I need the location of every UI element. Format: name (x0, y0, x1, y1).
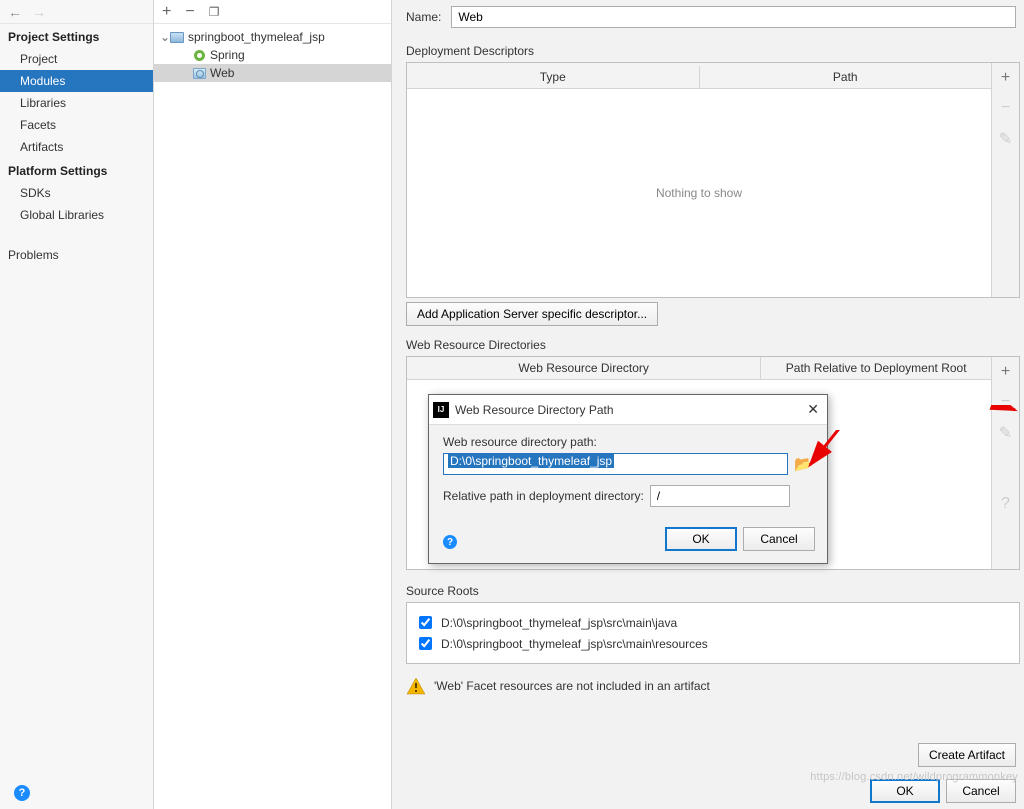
help-icon[interactable]: ? (443, 535, 457, 549)
source-roots-label: Source Roots (406, 584, 1020, 598)
create-artifact-button[interactable]: Create Artifact (918, 743, 1016, 767)
dialog-relative-label: Relative path in deployment directory: (443, 489, 644, 503)
sidebar-item-artifacts[interactable]: Artifacts (0, 136, 153, 158)
tree-child-label: Web (210, 66, 234, 80)
help-icon[interactable]: ? (14, 785, 30, 801)
tree-project-label: springboot_thymeleaf_jsp (188, 30, 325, 44)
name-label: Name: (406, 10, 441, 24)
col-webres-dir: Web Resource Directory (407, 357, 761, 379)
add-icon[interactable]: + (1001, 363, 1010, 381)
project-settings-header: Project Settings (0, 24, 153, 48)
web-resource-path-dialog: IJ Web Resource Directory Path ✕ Web res… (428, 394, 828, 564)
chevron-down-icon[interactable]: ⌄ (160, 30, 170, 44)
settings-sidebar: ← → Project Settings Project Modules Lib… (0, 0, 154, 809)
add-icon[interactable]: + (162, 3, 171, 21)
sidebar-item-project[interactable]: Project (0, 48, 153, 70)
tree-project-row[interactable]: ⌄ springboot_thymeleaf_jsp (154, 28, 391, 46)
web-icon (192, 66, 206, 80)
deployment-empty-text: Nothing to show (407, 89, 991, 297)
platform-settings-header: Platform Settings (0, 158, 153, 182)
dialog-path-label: Web resource directory path: (443, 435, 813, 449)
add-descriptor-button[interactable]: Add Application Server specific descript… (406, 302, 658, 326)
forward-icon[interactable]: → (32, 4, 46, 20)
tree-child-spring[interactable]: Spring (154, 46, 391, 64)
module-tree-panel: + − ❐ ⌄ springboot_thymeleaf_jsp Spring … (154, 0, 392, 809)
web-resource-dirs-label: Web Resource Directories (406, 338, 1020, 352)
add-icon[interactable]: + (1001, 69, 1010, 87)
folder-icon (170, 30, 184, 44)
source-root-row[interactable]: D:\0\springboot_thymeleaf_jsp\src\main\j… (415, 613, 1011, 632)
dialog-cancel-button[interactable]: Cancel (743, 527, 815, 551)
remove-icon[interactable]: − (185, 3, 194, 21)
watermark-text: https://blog.csdn.net/wildprogrammonkey (810, 771, 1018, 783)
remove-icon: − (1001, 99, 1010, 117)
remove-icon: − (1001, 393, 1010, 411)
dialog-ok-button[interactable]: OK (665, 527, 737, 551)
sidebar-item-global-libraries[interactable]: Global Libraries (0, 204, 153, 226)
sidebar-item-sdks[interactable]: SDKs (0, 182, 153, 204)
dialog-relative-input[interactable] (650, 485, 790, 507)
help-small-icon[interactable]: ? (1001, 495, 1010, 513)
dialog-title: Web Resource Directory Path (455, 403, 614, 417)
browse-icon[interactable]: 📂 (794, 455, 813, 473)
source-root-row[interactable]: D:\0\springboot_thymeleaf_jsp\src\main\r… (415, 634, 1011, 653)
nav-toolbar: ← → (0, 0, 153, 24)
sidebar-item-facets[interactable]: Facets (0, 114, 153, 136)
col-webres-relpath: Path Relative to Deployment Root (761, 357, 991, 379)
intellij-icon: IJ (433, 402, 449, 418)
source-roots-box: D:\0\springboot_thymeleaf_jsp\src\main\j… (406, 602, 1020, 664)
edit-icon: ✎ (999, 129, 1012, 149)
name-input[interactable] (451, 6, 1016, 28)
copy-icon[interactable]: ❐ (209, 5, 220, 19)
close-icon[interactable]: ✕ (807, 401, 819, 418)
warning-text: 'Web' Facet resources are not included i… (434, 679, 710, 693)
dialog-path-input[interactable]: D:\0\springboot_thymeleaf_jsp (443, 453, 788, 475)
edit-icon: ✎ (999, 423, 1012, 443)
warning-icon (406, 677, 426, 695)
spring-icon (192, 48, 206, 62)
source-root-path: D:\0\springboot_thymeleaf_jsp\src\main\j… (441, 616, 677, 630)
sidebar-item-problems[interactable]: Problems (0, 244, 153, 266)
tree-toolbar: + − ❐ (154, 0, 391, 24)
back-icon[interactable]: ← (8, 4, 22, 20)
sidebar-item-modules[interactable]: Modules (0, 70, 153, 92)
col-type: Type (407, 66, 700, 88)
deployment-descriptors-table: Type Path Nothing to show + − ✎ (406, 62, 1020, 298)
deployment-descriptors-label: Deployment Descriptors (406, 44, 1020, 58)
tree-child-web[interactable]: Web (154, 64, 391, 82)
sidebar-item-libraries[interactable]: Libraries (0, 92, 153, 114)
source-root-path: D:\0\springboot_thymeleaf_jsp\src\main\r… (441, 637, 708, 651)
source-root-checkbox[interactable] (419, 616, 432, 629)
tree-child-label: Spring (210, 48, 245, 62)
source-root-checkbox[interactable] (419, 637, 432, 650)
col-path: Path (700, 66, 992, 88)
